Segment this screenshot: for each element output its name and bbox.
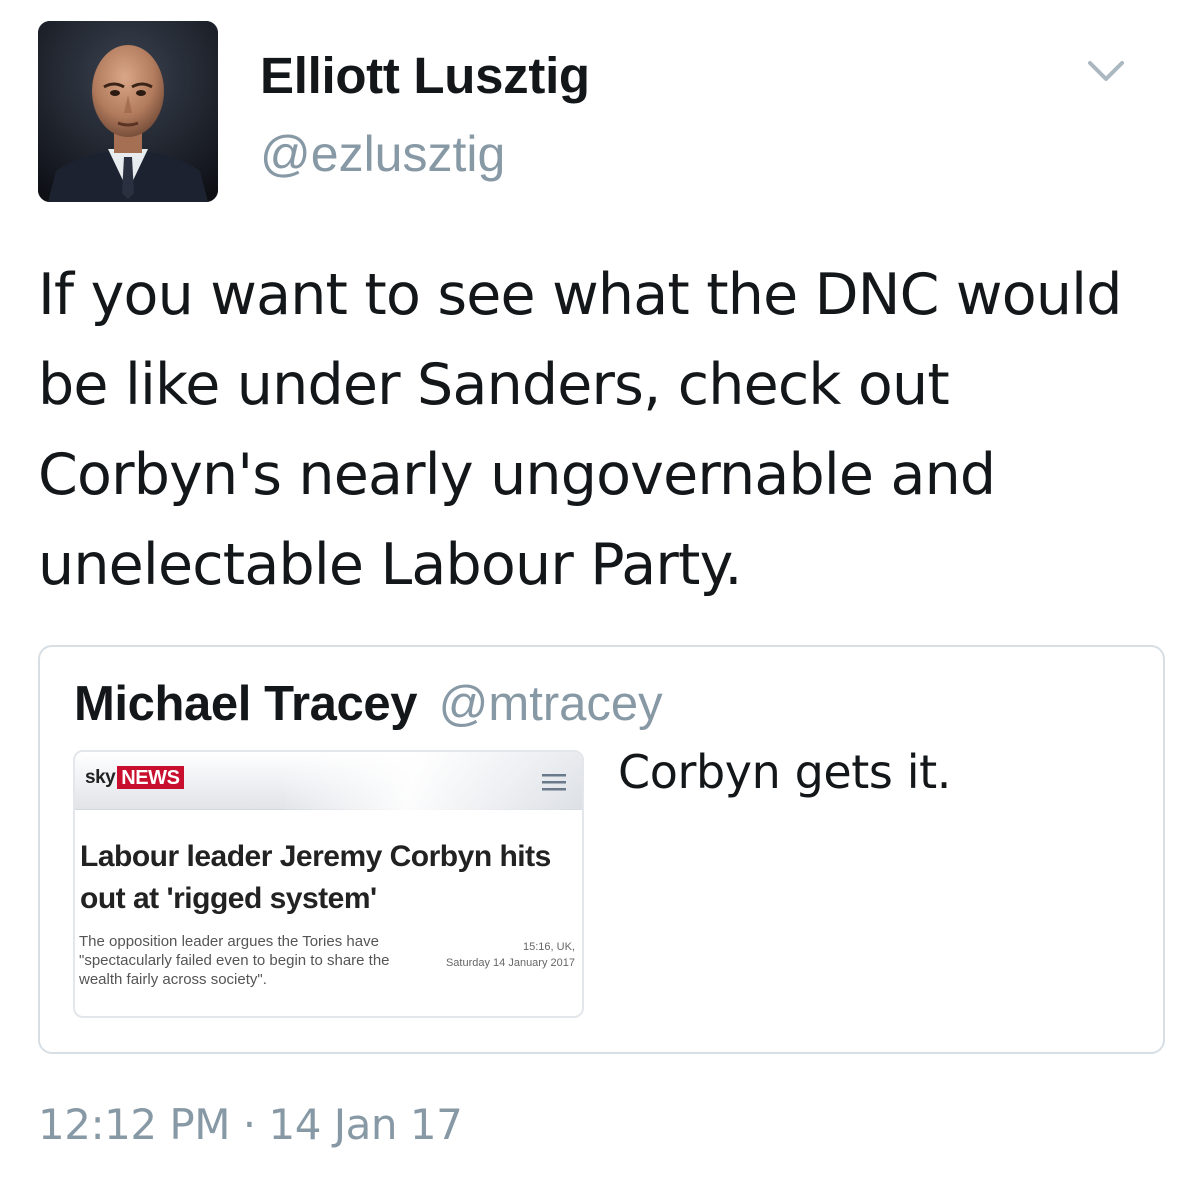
tweet-text: If you want to see what the DNC would be…: [38, 262, 1122, 598]
hamburger-menu: [540, 772, 568, 792]
quoted-handle: @mtracey: [438, 677, 663, 731]
news-timestamp: 15:16, UK, Saturday 14 January 2017: [446, 939, 575, 971]
chevron-down-icon: [1088, 61, 1124, 81]
profile-photo-icon: [38, 21, 218, 202]
sky-news-logo: sky NEWS: [85, 766, 184, 789]
author-handle[interactable]: @ezlusztig: [260, 125, 505, 183]
quoted-tweet-text: Corbyn gets it.: [618, 745, 951, 799]
logo-news-text: NEWS: [117, 766, 184, 789]
author-display-name[interactable]: Elliott Lusztig: [260, 46, 590, 105]
quoted-display-name: Michael Tracey: [74, 677, 418, 731]
news-summary: The opposition leader argues the Tories …: [79, 933, 390, 988]
news-time-line1: 15:16, UK,: [523, 941, 575, 953]
hamburger-menu-icon: [542, 774, 566, 791]
quoted-tweet-author[interactable]: Michael Tracey @mtracey: [74, 676, 663, 732]
news-header: sky NEWS: [75, 752, 582, 810]
tweet-timestamp[interactable]: 12:12 PM · 14 Jan 17: [38, 1100, 463, 1149]
tweet-menu-button[interactable]: [1086, 58, 1126, 84]
logo-sky-text: sky: [85, 766, 116, 788]
author-avatar[interactable]: [38, 21, 218, 202]
news-headline: Labour leader Jeremy Corbyn hits out at …: [80, 840, 551, 915]
news-time-line2: Saturday 14 January 2017: [445, 957, 575, 969]
quoted-tweet-image[interactable]: sky NEWS Labour leader Jeremy Corbyn hit…: [73, 750, 584, 1018]
